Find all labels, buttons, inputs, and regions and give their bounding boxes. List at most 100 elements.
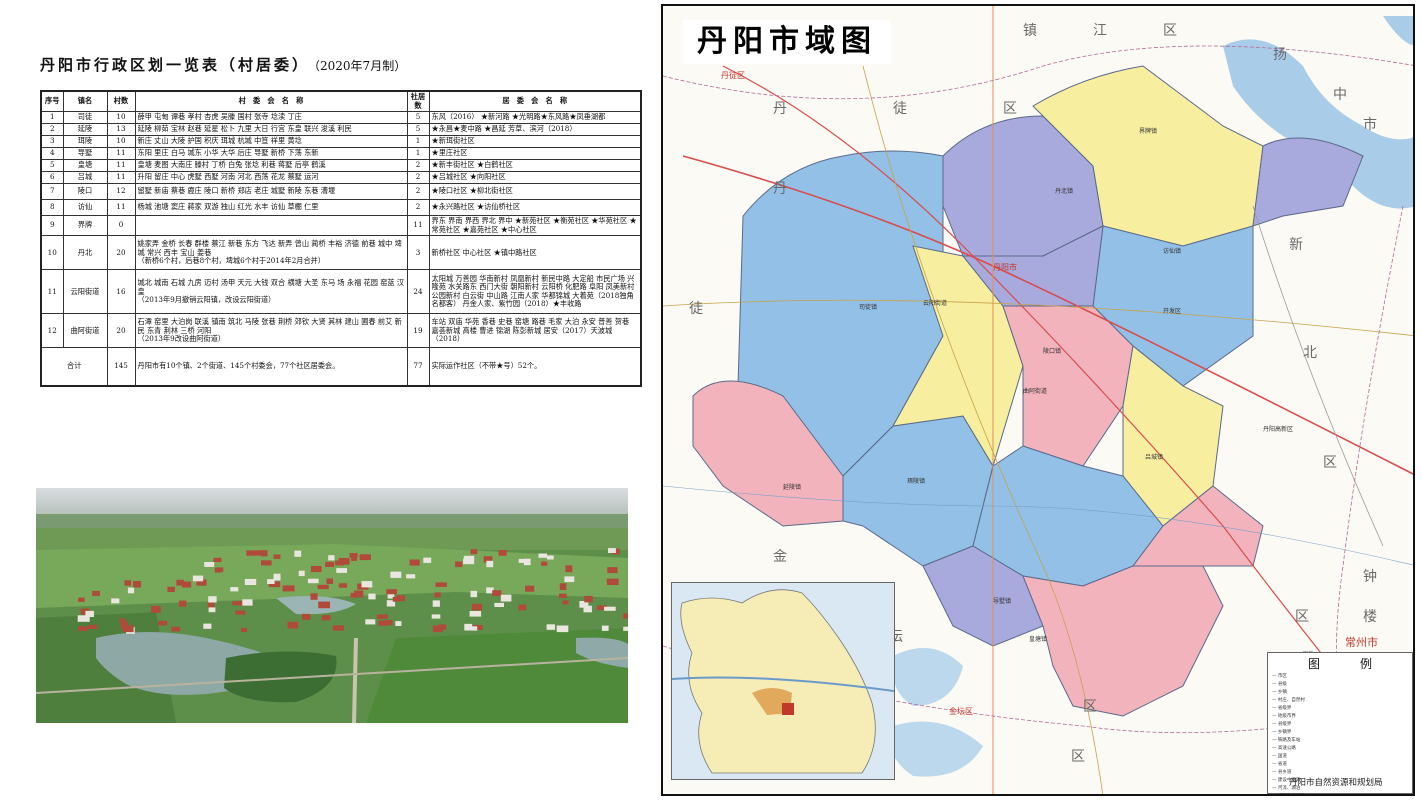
legend-title: 图例: [1308, 657, 1413, 671]
house: [432, 625, 443, 633]
province-inset-map: [671, 582, 895, 780]
house: [78, 597, 85, 602]
house: [472, 603, 482, 611]
house: [151, 605, 161, 613]
house: [525, 585, 535, 592]
house: [294, 550, 302, 557]
house: [244, 578, 257, 585]
house: [608, 548, 616, 553]
house: [518, 604, 527, 611]
row-community-count: 1: [406, 147, 430, 161]
house: [119, 618, 126, 623]
row-index: 3: [40, 135, 64, 149]
row-index: 11: [40, 269, 64, 315]
region-label: 区: [1003, 101, 1017, 117]
house: [111, 598, 120, 604]
row-village-count: 20: [106, 313, 136, 349]
house: [318, 601, 330, 609]
town-label: 导墅镇: [993, 598, 1012, 605]
town-label: 界牌镇: [1139, 128, 1158, 135]
row-index: 6: [40, 171, 64, 185]
inset-illustration: [672, 583, 894, 779]
region-label: 北: [1303, 345, 1317, 361]
row-community-names: ★永兴路社区 ★访仙桥社区: [428, 199, 642, 217]
map-publisher: 丹阳市自然资源和规划局: [1289, 778, 1383, 788]
header-community-count: 社居数: [406, 90, 430, 113]
house: [203, 623, 212, 629]
region-label: 金: [773, 549, 787, 565]
region-label: 区: [1083, 699, 1097, 715]
row-community-names: 新桥社区 中心社区 ★镇中路社区: [428, 235, 642, 271]
legend-item: — 高速公路: [1272, 746, 1296, 751]
house: [326, 578, 333, 584]
table-title-text: 丹阳市行政区划一览表（村居委）: [40, 56, 311, 74]
row-community-names: 界东 界南 界西 界北 界中 ★新苑社区 ★衡苑社区 ★华苑社区 ★常苑社区 ★…: [428, 215, 642, 237]
house: [133, 581, 141, 588]
row-town: 导墅: [62, 147, 108, 161]
house: [192, 575, 204, 582]
table-row: 10 丹北 20 姚家弄 金桥 长春 群楼 蔡江 新巷 东方 飞达 新弄 曾山 蔺桥 …: [40, 235, 642, 271]
house: [376, 614, 388, 619]
house: [207, 601, 215, 608]
row-village-names: 留墅 新庙 蔡巷 鹿庄 陵口 新桥 郑店 老庄 城墅 新陵 东巷 漕堰: [134, 183, 408, 201]
house: [240, 627, 247, 632]
house: [328, 555, 335, 561]
house: [255, 550, 265, 556]
house: [538, 553, 547, 558]
row-index: 2: [40, 123, 64, 137]
house: [307, 578, 319, 584]
house: [92, 590, 100, 596]
row-village-names: 新庄 丈山 大陵 护国 积庆 珥城 杭城 中笪 祥里 黄埝: [134, 135, 408, 149]
house: [546, 624, 555, 630]
house: [558, 593, 567, 599]
row-community-names: ★新丰街社区 ★白鹤社区: [428, 159, 642, 173]
row-community-count: 2: [406, 171, 430, 185]
house: [432, 600, 440, 607]
house: [455, 561, 463, 568]
house: [124, 580, 132, 586]
region-label: 钟: [1363, 569, 1377, 585]
region-label: 扬: [1273, 47, 1287, 63]
house: [176, 579, 184, 586]
row-community-names: 太阳城 万善园 华南新村 凤凰新村 新民中路 大定船 市民广场 兴隆苑 水关路东…: [428, 269, 642, 315]
table-row: 7 陵口 12 留墅 新庙 蔡巷 鹿庄 陵口 新桥 郑店 老庄 城墅 新陵 东巷 漕堰…: [40, 183, 642, 201]
table-row: 6 吕城 11 升阳 留庄 中心 虎墅 西墅 河南 河北 西荡 花龙 蔡墅 运河 2 ★吕…: [40, 171, 642, 185]
house: [354, 590, 364, 598]
row-village-names: 石潭 窑里 大泊岗 联溪 镇南 筑北 马陵 张巷 荆桥 郊钦 大贤 其林 建山 …: [134, 313, 408, 349]
legend-item: — 乡镇界: [1272, 730, 1292, 735]
aerial-village-illustration: [36, 488, 628, 723]
town-label: 皇塘镇: [1029, 636, 1048, 643]
row-town: 界牌: [62, 215, 108, 237]
region-label: 中: [1333, 87, 1347, 103]
house: [351, 555, 358, 561]
row-note: （2013年9月撤销云阳镇，改设云阳街道）: [137, 295, 276, 305]
house: [486, 560, 494, 568]
house: [523, 558, 531, 566]
row-community-count: 3: [406, 235, 430, 271]
neighbor-city-label: 常州市: [1345, 636, 1378, 649]
row-community-count: 2: [406, 183, 430, 201]
house: [310, 566, 322, 573]
table-header-row: 序号 镇名 村数 村 委 会 名 称 社居数 居 委 会 名 称: [40, 90, 642, 113]
table-row: 4 导墅 11 东阳 里庄 白马 城东 小华 大华 后庄 导墅 新桥 下荡 东新 1 ★里…: [40, 147, 642, 161]
row-village-names: 东阳 里庄 白马 城东 小华 大华 后庄 导墅 新桥 下荡 东新: [134, 147, 408, 161]
row-village-names: 皇塘 麦图 大南庄 滕村 丁桥 白兔 张埝 利巷 蒋墅 后亭 鹤溪: [134, 159, 408, 173]
house: [471, 626, 478, 631]
house: [261, 560, 272, 566]
house: [171, 626, 181, 632]
legend-item: — 省级界: [1272, 706, 1292, 711]
legend-item: — 乡镇: [1272, 690, 1287, 695]
aerial-village-photo: [36, 488, 628, 723]
house: [78, 626, 88, 631]
house: [242, 599, 253, 606]
row-index: 4: [40, 147, 64, 161]
house: [406, 574, 416, 579]
legend-item: — 市区: [1272, 674, 1287, 679]
region-label: 区: [1295, 609, 1309, 625]
row-note: （新桥6个村，后巷8个村，埤城6个村于2014年2月合并）: [137, 256, 326, 266]
house: [361, 581, 373, 588]
total-village-count: 145: [106, 347, 136, 387]
house: [494, 602, 504, 607]
region-label: 新: [1289, 237, 1303, 253]
house: [409, 559, 420, 566]
